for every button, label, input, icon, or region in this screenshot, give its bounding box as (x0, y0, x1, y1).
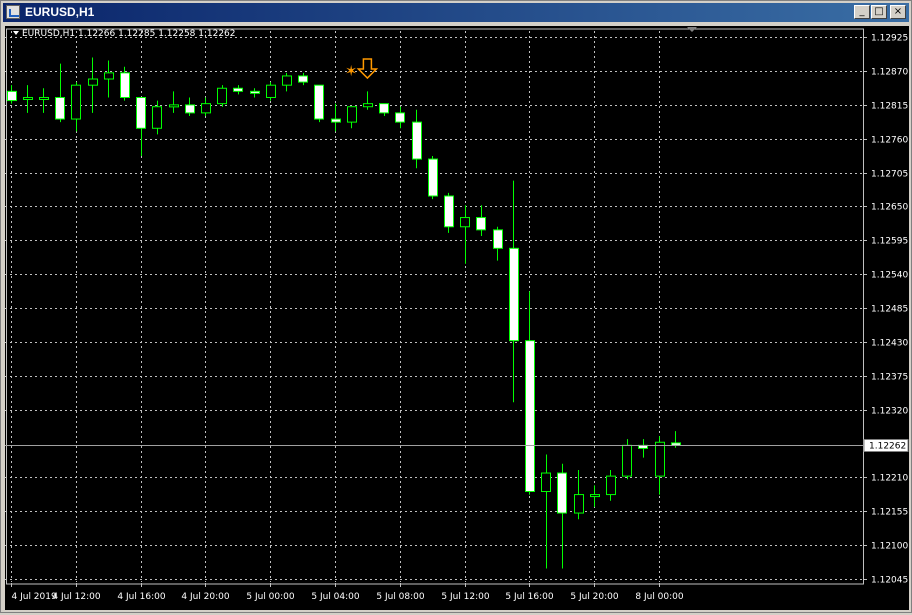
bear-candle (671, 442, 681, 446)
star-icon: ✶ (345, 62, 358, 80)
bear-candle (412, 121, 422, 160)
chart-symbol: EURUSD,H1 (22, 29, 76, 39)
bear-candle (525, 340, 535, 493)
bull-candle (266, 84, 276, 98)
title-bar[interactable]: EURUSD,H1 _ □ × (3, 3, 909, 22)
time-label: 5 Jul 20:00 (570, 592, 619, 602)
bull-candle (104, 72, 114, 80)
price-label: 1.12430 (871, 339, 908, 349)
price-label: 1.12100 (871, 542, 908, 552)
chart-header: EURUSD,H1 1.12266 1.12285 1.12258 1.1226… (13, 29, 236, 39)
bull-candle (363, 103, 373, 108)
bear-candle (509, 247, 519, 342)
time-label: 4 Jul 16:00 (117, 592, 166, 602)
bull-candle (460, 217, 470, 228)
chart-window: EURUSD,H1 _ □ × 1.12925 1.12870 1.12815 1.1… (0, 0, 912, 613)
bull-candle (622, 444, 632, 477)
bear-candle (136, 96, 146, 129)
time-label: 5 Jul 04:00 (311, 592, 360, 602)
close-button[interactable]: × (890, 5, 906, 19)
down-arrow-icon (356, 58, 379, 80)
price-label: 1.12650 (871, 203, 908, 213)
candlestick-chart[interactable]: 1.12925 1.12870 1.12815 1.12760 1.12705 1.126… (5, 26, 909, 610)
ohlc-low: 1.12258 (158, 29, 196, 39)
time-label: 5 Jul 16:00 (505, 592, 554, 602)
price-label: 1.12485 (871, 305, 908, 315)
bull-candle (39, 96, 49, 100)
bear-candle (331, 118, 341, 123)
maximize-button[interactable]: □ (871, 5, 887, 19)
bull-candle (217, 87, 227, 105)
bull-candle (590, 494, 600, 498)
bull-candle (169, 104, 179, 108)
time-label: 5 Jul 08:00 (376, 592, 425, 602)
chart-window-icon (6, 5, 20, 19)
price-label: 1.12210 (871, 474, 908, 484)
price-label: 1.12870 (871, 68, 908, 78)
price-label: 1.12540 (871, 271, 908, 281)
bear-candle (314, 84, 324, 120)
bear-candle (298, 75, 308, 83)
price-label: 1.12155 (871, 508, 908, 518)
price-chart[interactable]: 1.12925 1.12870 1.12815 1.12760 1.12705 1.126… (5, 26, 909, 610)
minimize-button[interactable]: _ (854, 5, 870, 19)
bull-candle (574, 494, 584, 514)
bull-candle (347, 106, 357, 123)
bear-candle (428, 158, 438, 197)
bear-candle (7, 90, 17, 102)
bear-candle (379, 103, 389, 114)
time-label: 5 Jul 00:00 (246, 592, 295, 602)
bear-candle (120, 72, 130, 98)
bull-candle (282, 75, 292, 86)
bear-candle (185, 104, 195, 114)
bear-candle (444, 195, 454, 228)
bear-candle (493, 229, 503, 249)
bear-candle (395, 112, 405, 123)
bull-candle (606, 475, 616, 496)
bear-candle (233, 87, 243, 92)
time-label: 4 Jul 2019 (12, 592, 57, 602)
bull-candle (152, 106, 162, 129)
ohlc-open: 1.12266 (78, 29, 116, 39)
time-label: 4 Jul 20:00 (181, 592, 230, 602)
price-label: 1.12320 (871, 407, 908, 417)
price-label: 1.12375 (871, 373, 908, 383)
bull-candle (655, 441, 665, 477)
bear-candle (476, 217, 486, 231)
ohlc-close: 1.12262 (198, 29, 236, 39)
price-label: 1.12760 (871, 136, 908, 146)
price-label: 1.12595 (871, 237, 908, 247)
bear-candle (250, 90, 260, 94)
bear-candle (557, 472, 567, 514)
chart-menu-icon[interactable] (13, 31, 19, 35)
bull-candle (23, 96, 33, 100)
price-label: 1.12925 (871, 34, 908, 44)
plot-frame (6, 28, 864, 585)
current-price-label: 1.12262 (869, 442, 906, 452)
bull-candle (71, 84, 81, 120)
price-label: 1.12705 (871, 170, 908, 180)
price-label: 1.12815 (871, 102, 908, 112)
bull-candle (541, 472, 551, 493)
window-title: EURUSD,H1 (25, 5, 95, 19)
time-label: 8 Jul 00:00 (635, 592, 684, 602)
ohlc-high: 1.12285 (118, 29, 156, 39)
bear-candle (55, 96, 65, 120)
bull-candle (201, 103, 211, 114)
bull-candle (88, 78, 98, 86)
price-label: 1.12045 (871, 576, 908, 586)
time-label: 4 Jul 12:00 (52, 592, 101, 602)
time-label: 5 Jul 12:00 (441, 592, 490, 602)
